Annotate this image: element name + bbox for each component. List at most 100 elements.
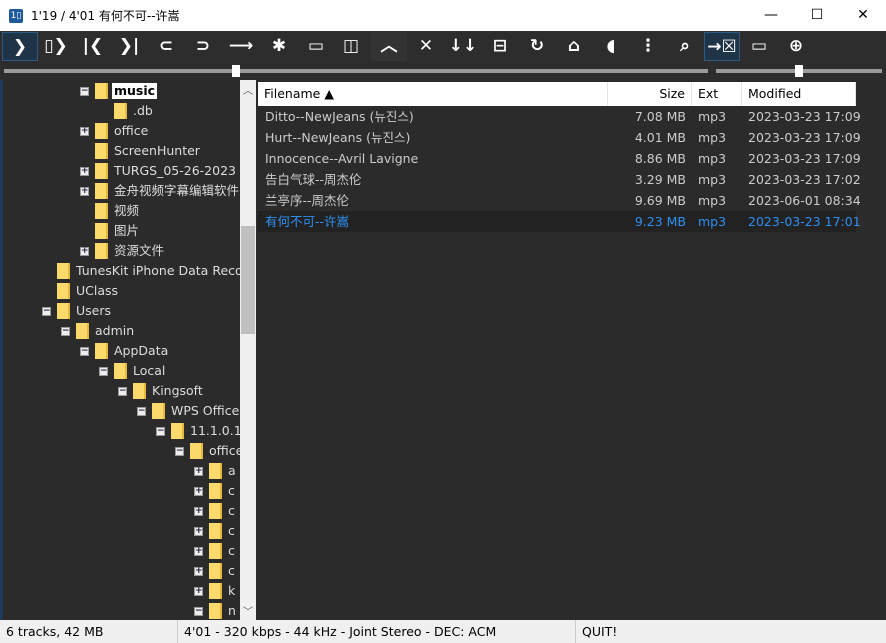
tree-node[interactable]: − WPS Office xyxy=(3,401,240,421)
collapse-icon[interactable]: − xyxy=(175,447,184,456)
collapse-icon[interactable]: − xyxy=(61,327,70,336)
column-ext[interactable]: Ext xyxy=(692,82,742,106)
cell-size: 7.08 MB xyxy=(634,109,686,124)
tree-node-label: office xyxy=(114,123,149,138)
tree-node[interactable]: ScreenHunter xyxy=(3,141,240,161)
folder-icon xyxy=(114,103,127,119)
seek-slider[interactable] xyxy=(4,69,708,73)
tree-node-label: k xyxy=(228,583,236,598)
previous-button[interactable]: |❮ xyxy=(75,32,111,61)
tree-scrollbar[interactable]: ︿ ﹀ xyxy=(240,80,256,620)
expand-icon[interactable]: + xyxy=(194,527,203,536)
expand-icon[interactable]: + xyxy=(80,167,89,176)
tree-node[interactable]: + c xyxy=(3,561,240,581)
tree-node[interactable]: − Kingsoft xyxy=(3,381,240,401)
collapse-icon[interactable]: − xyxy=(80,87,89,96)
tree-node[interactable]: + k xyxy=(3,581,240,601)
close-button[interactable]: ✕ xyxy=(408,32,444,61)
file-row[interactable]: 告白气球--周杰伦 3.29 MB mp3 2023-03-23 17:02 xyxy=(258,169,861,190)
tree-node[interactable]: − Users xyxy=(3,301,240,321)
file-row[interactable]: Hurt--NewJeans (뉴진스) 4.01 MB mp3 2023-03-23… xyxy=(258,127,861,148)
split-button[interactable]: ⊟ xyxy=(482,32,518,61)
folder-icon xyxy=(95,183,108,199)
file-row[interactable]: Innocence--Avril Lavigne 8.86 MB mp3 2023-0… xyxy=(258,148,861,169)
scroll-up-icon[interactable]: ︿ xyxy=(240,82,256,97)
column-modified[interactable]: Modified xyxy=(742,82,856,106)
tree-node[interactable]: TunesKit iPhone Data Recovery xyxy=(3,261,240,281)
seek-slider-thumb[interactable] xyxy=(232,65,241,77)
tree-node[interactable]: .db xyxy=(3,101,240,121)
maximize-button[interactable]: ☐ xyxy=(794,0,840,31)
folder-back-button[interactable]: ⊂ xyxy=(148,32,184,61)
expand-icon[interactable]: + xyxy=(194,587,203,596)
collapse-icon[interactable]: − xyxy=(42,307,51,316)
scroll-down-icon[interactable]: ﹀ xyxy=(240,603,256,618)
expand-icon[interactable]: + xyxy=(80,247,89,256)
close-button[interactable]: ✕ xyxy=(840,0,886,31)
expand-icon[interactable]: + xyxy=(194,467,203,476)
tree-node[interactable]: + c xyxy=(3,481,240,501)
column-filename[interactable]: Filename ▲ xyxy=(258,82,608,106)
remove-icon: →☒ xyxy=(707,37,737,57)
tree-node[interactable]: + c xyxy=(3,541,240,561)
expand-icon[interactable]: + xyxy=(194,547,203,556)
equalizer-button[interactable]: ▭ xyxy=(741,32,777,61)
tree-node[interactable]: + a xyxy=(3,461,240,481)
arrow-right-button[interactable]: ⟶ xyxy=(223,32,259,61)
tree-node[interactable]: + 资源文件 xyxy=(3,241,240,261)
tree-node[interactable]: − 11.1.0.1 xyxy=(3,421,240,441)
chevron-up-button[interactable]: ︿ xyxy=(371,32,407,61)
sidebar-button[interactable]: ◫ xyxy=(333,32,369,61)
expand-icon[interactable]: + xyxy=(194,507,203,516)
tree-node-label: UClass xyxy=(76,283,119,298)
tree-node[interactable]: + c xyxy=(3,501,240,521)
tree-node[interactable]: + 金舟视频字幕编辑软件 xyxy=(3,181,240,201)
window-button[interactable]: ▭ xyxy=(298,32,334,61)
refresh-button[interactable]: ↻ xyxy=(519,32,555,61)
expand-icon[interactable]: + xyxy=(194,567,203,576)
tree-node[interactable]: − office xyxy=(3,441,240,461)
volume-slider-thumb[interactable] xyxy=(795,65,803,77)
remove-button[interactable]: →☒ xyxy=(704,32,740,61)
clock-button[interactable]: ⊕ xyxy=(778,32,814,61)
home-button[interactable]: ⌂ xyxy=(556,32,592,61)
next-button[interactable]: ❯| xyxy=(111,32,147,61)
collapse-icon[interactable]: − xyxy=(194,607,203,616)
tree-node[interactable]: + c xyxy=(3,521,240,541)
file-row[interactable]: Ditto--NewJeans (뉴진스) 7.08 MB mp3 2023-03-2… xyxy=(258,106,861,127)
gear-button[interactable]: ✱ xyxy=(261,32,297,61)
expand-icon[interactable]: + xyxy=(194,487,203,496)
column-size[interactable]: Size xyxy=(608,82,692,106)
volume-button[interactable]: ◖ xyxy=(593,32,629,61)
sort-down-button[interactable]: ↓↓ xyxy=(445,32,481,61)
folder-forward-button[interactable]: ⊃ xyxy=(185,32,221,61)
collapse-icon[interactable]: − xyxy=(80,347,89,356)
tree-node[interactable]: UClass xyxy=(3,281,240,301)
expand-icon[interactable]: + xyxy=(80,127,89,136)
collapse-icon[interactable]: − xyxy=(137,407,146,416)
tree-node[interactable]: − n xyxy=(3,601,240,620)
play-pause-button[interactable]: ▯❯ xyxy=(38,32,74,61)
search-button[interactable]: ⌕ xyxy=(667,32,703,61)
tree-node[interactable]: − Local xyxy=(3,361,240,381)
file-row[interactable]: 有何不可--许嵩 9.23 MB mp3 2023-03-23 17:01 xyxy=(258,211,861,232)
file-list: Filename ▲ Size Ext Modified Ditto--NewJ… xyxy=(258,80,886,620)
file-row[interactable]: 兰亭序--周杰伦 9.69 MB mp3 2023-06-01 08:34 xyxy=(258,190,861,211)
tree-node[interactable]: + TURGS_05-26-2023 0 xyxy=(3,161,240,181)
minimize-button[interactable]: — xyxy=(748,0,794,31)
collapse-icon[interactable]: − xyxy=(118,387,127,396)
collapse-icon[interactable]: − xyxy=(156,427,165,436)
tree-node[interactable]: − AppData xyxy=(3,341,240,361)
tree-node[interactable]: − music xyxy=(3,81,240,101)
play-button[interactable]: ❯ xyxy=(2,32,38,61)
folder-icon xyxy=(95,223,108,239)
collapse-icon[interactable]: − xyxy=(99,367,108,376)
more-button[interactable]: ⋮ xyxy=(630,32,666,61)
scrollbar-thumb[interactable] xyxy=(241,226,255,334)
tree-node-label: c xyxy=(228,503,235,518)
tree-node[interactable]: + office xyxy=(3,121,240,141)
tree-node[interactable]: − admin xyxy=(3,321,240,341)
tree-node[interactable]: 视频 xyxy=(3,201,240,221)
expand-icon[interactable]: + xyxy=(80,187,89,196)
tree-node[interactable]: 图片 xyxy=(3,221,240,241)
